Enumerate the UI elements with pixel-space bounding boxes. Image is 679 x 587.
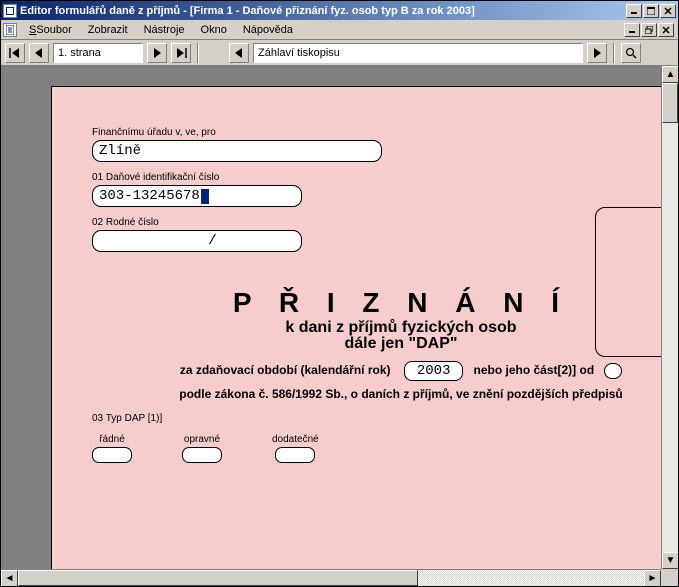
- type-label: 03 Typ DAP [1)]: [92, 413, 678, 424]
- form-page: Finančnímu úřadu v, ve, pro Zlíně 01 Daň…: [51, 86, 678, 586]
- close-button[interactable]: [660, 4, 676, 18]
- type-opravne: opravné: [182, 434, 222, 463]
- scroll-right-button[interactable]: ►: [644, 570, 661, 586]
- menubar: S Soubor Zobrazit Nástroje Okno Nápověda: [1, 20, 678, 40]
- app-icon: [3, 4, 17, 18]
- menu-soubor-label[interactable]: Soubor: [28, 22, 79, 38]
- next-page-button[interactable]: [147, 43, 167, 63]
- search-button[interactable]: [621, 43, 641, 63]
- dic-value: 303-13245678: [99, 188, 200, 204]
- scroll-up-button[interactable]: ▲: [662, 66, 678, 83]
- dic-field[interactable]: 303-13245678: [92, 185, 302, 207]
- last-page-button[interactable]: [171, 43, 191, 63]
- section-combo-text: Záhlaví tiskopisu: [256, 47, 580, 59]
- menu-napoveda[interactable]: Nápověda: [235, 22, 301, 38]
- next-section-button[interactable]: [587, 43, 607, 63]
- type-radne: řádné: [92, 434, 132, 463]
- h-track[interactable]: [18, 570, 644, 586]
- v-thumb[interactable]: [662, 83, 678, 123]
- dic-label: 01 Daňové identifikační číslo: [92, 172, 678, 183]
- type-radne-label: řádné: [99, 434, 125, 445]
- toolbar: 1. strana Záhlaví tiskopisu: [1, 40, 678, 66]
- scroll-left-button[interactable]: ◄: [1, 570, 18, 586]
- section-combo[interactable]: Záhlaví tiskopisu: [253, 43, 583, 63]
- scroll-corner: [661, 569, 678, 586]
- doc-icon[interactable]: [3, 23, 17, 37]
- period-from-field[interactable]: [604, 363, 622, 379]
- rc-value: /: [99, 233, 217, 249]
- fin-urad-value: Zlíně: [99, 143, 141, 159]
- law-line: podle zákona č. 586/1992 Sb., o daních z…: [92, 387, 678, 401]
- period-pre: za zdaňovací období (kalendářní rok): [180, 363, 391, 377]
- toolbar-separator-2: [613, 43, 615, 63]
- type-row: řádné opravné dodatečné: [92, 434, 678, 463]
- work-area: Finančnímu úřadu v, ve, pro Zlíně 01 Daň…: [1, 66, 678, 586]
- page-combo-text: 1. strana: [56, 47, 140, 59]
- v-track[interactable]: [662, 83, 678, 552]
- type-dodatecne-box[interactable]: [275, 447, 315, 463]
- sub-title-2: dále jen "DAP": [92, 335, 678, 353]
- type-radne-box[interactable]: [92, 447, 132, 463]
- type-opravne-box[interactable]: [182, 447, 222, 463]
- maximize-button[interactable]: [643, 4, 659, 18]
- fin-urad-field[interactable]: Zlíně: [92, 140, 382, 162]
- type-dodatecne: dodatečné: [272, 434, 319, 463]
- type-dodatecne-label: dodatečné: [272, 434, 319, 445]
- vertical-scrollbar[interactable]: ▲ ▼: [661, 66, 678, 569]
- text-caret: [201, 189, 209, 204]
- h-thumb[interactable]: [18, 570, 418, 586]
- app-window: Editor formulářů daně z příjmů - [Firma …: [0, 0, 679, 587]
- type-opravne-label: opravné: [184, 434, 220, 445]
- menu-okno[interactable]: Okno: [193, 22, 235, 38]
- horizontal-scrollbar[interactable]: ◄ ►: [1, 569, 661, 586]
- first-page-button[interactable]: [5, 43, 25, 63]
- prev-section-button[interactable]: [229, 43, 249, 63]
- scroll-down-button[interactable]: ▼: [662, 552, 678, 569]
- prev-page-button[interactable]: [29, 43, 49, 63]
- toolbar-separator: [197, 43, 199, 63]
- year-field[interactable]: 2003: [404, 361, 464, 381]
- titlebar: Editor formulářů daně z příjmů - [Firma …: [1, 1, 678, 20]
- period-line: za zdaňovací období (kalendářní rok) 200…: [92, 361, 678, 381]
- period-post: nebo jeho část[2)] od: [473, 363, 594, 377]
- main-title: P Ř I Z N Á N Í: [92, 287, 678, 319]
- window-title: Editor formulářů daně z příjmů - [Firma …: [20, 5, 626, 17]
- menu-nastroje[interactable]: Nástroje: [136, 22, 193, 38]
- child-minimize-button[interactable]: [624, 23, 640, 37]
- fin-urad-label: Finančnímu úřadu v, ve, pro: [92, 127, 678, 138]
- child-restore-button[interactable]: [641, 23, 657, 37]
- minimize-button[interactable]: [626, 4, 642, 18]
- menu-zobrazit[interactable]: Zobrazit: [80, 22, 136, 38]
- rc-label: 02 Rodné číslo: [92, 217, 678, 228]
- rc-field[interactable]: /: [92, 230, 302, 252]
- page-combo[interactable]: 1. strana: [53, 43, 143, 63]
- child-close-button[interactable]: [658, 23, 674, 37]
